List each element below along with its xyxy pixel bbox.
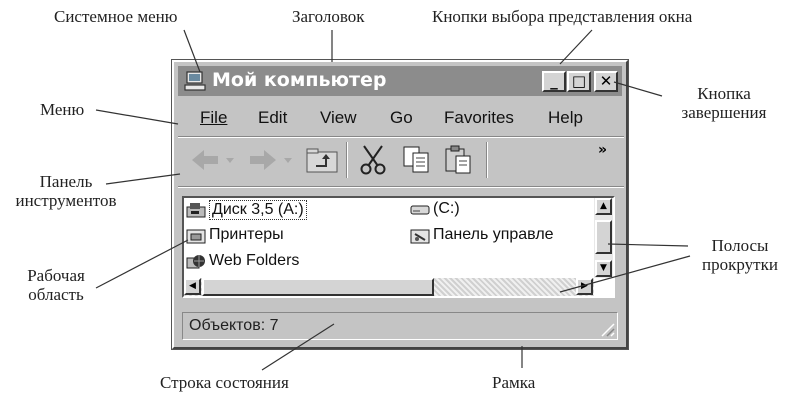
horizontal-scroll-thumb[interactable] — [202, 278, 434, 296]
scroll-left-arrow-icon[interactable]: ◀ — [184, 278, 201, 295]
toolbar-more-chevron-icon[interactable]: » — [598, 142, 607, 158]
label-view-buttons: Кнопки выбора представления окна — [432, 7, 693, 26]
status-bar: Объектов: 7 — [182, 312, 618, 340]
list-item[interactable]: Принтеры — [186, 226, 284, 244]
menu-go[interactable]: Go — [390, 108, 413, 128]
toolbar: » — [180, 140, 624, 180]
hard-drive-icon — [410, 205, 430, 215]
label-title: Заголовок — [292, 7, 365, 26]
list-item[interactable]: Диск 3,5 (A:) — [186, 200, 307, 220]
floppy-drive-icon — [186, 203, 206, 218]
list-item[interactable]: (C:) — [410, 200, 460, 218]
leader-view-buttons — [559, 29, 593, 65]
label-scrollbars: Полосы прокрутки — [702, 236, 778, 274]
menu-view[interactable]: View — [320, 108, 357, 128]
status-text: Объектов: 7 — [189, 317, 279, 334]
label-status-bar: Строка состояния — [160, 373, 289, 392]
label-workspace: Рабочая область — [27, 266, 85, 304]
vertical-scrollbar[interactable]: ▲ ▼ — [594, 198, 613, 278]
back-arrow-icon[interactable] — [188, 144, 240, 176]
scroll-down-arrow-icon[interactable]: ▼ — [595, 260, 612, 277]
label-menu: Меню — [40, 100, 85, 119]
label-system-menu: Системное меню — [54, 7, 178, 26]
menu-favorites[interactable]: Favorites — [444, 108, 514, 128]
menu-bar: File Edit View Go Favorites Help — [180, 102, 624, 132]
close-button[interactable]: ✕ — [594, 71, 618, 92]
resize-grip-icon[interactable] — [599, 321, 615, 337]
menu-help[interactable]: Help — [548, 108, 583, 128]
copy-icon[interactable] — [400, 144, 434, 176]
scroll-up-arrow-icon[interactable]: ▲ — [595, 198, 612, 215]
up-folder-icon[interactable] — [304, 144, 340, 176]
leader-menu — [95, 109, 179, 125]
menu-file[interactable]: File — [200, 108, 227, 128]
computer-icon[interactable] — [184, 70, 206, 92]
vertical-scroll-thumb[interactable] — [595, 220, 612, 254]
workspace: Диск 3,5 (A:) (C:) Принтеры Панель управ… — [182, 196, 615, 298]
scroll-right-arrow-icon[interactable]: ▶ — [576, 278, 593, 295]
printers-folder-icon — [186, 229, 206, 244]
menu-edit[interactable]: Edit — [258, 108, 287, 128]
label-toolbar: Панель инструментов — [15, 172, 117, 210]
forward-arrow-icon[interactable] — [246, 144, 298, 176]
list-item[interactable]: Web Folders — [186, 252, 299, 270]
label-close-button: Кнопка завершения — [681, 84, 767, 122]
label-frame: Рамка — [492, 373, 536, 392]
horizontal-scrollbar[interactable]: ◀ ▶ — [184, 278, 594, 296]
paste-icon[interactable] — [442, 144, 476, 176]
maximize-button[interactable]: □ — [567, 71, 591, 92]
list-item[interactable]: Панель управле — [410, 226, 554, 244]
minimize-button[interactable]: _ — [542, 71, 566, 92]
title-bar: Мой компьютер _ □ ✕ — [178, 66, 622, 96]
window-title: Мой компьютер — [212, 69, 387, 91]
web-folders-icon — [186, 255, 205, 269]
control-panel-icon — [410, 229, 430, 244]
cut-icon[interactable] — [356, 144, 390, 176]
window-frame: Мой компьютер _ □ ✕ File Edit View Go Fa… — [171, 59, 629, 350]
